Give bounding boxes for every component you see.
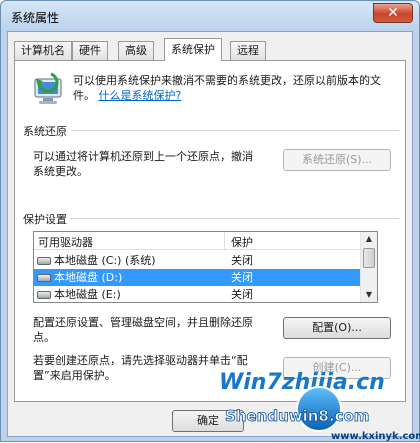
drives-list[interactable]: 可用驱动器 保护 本地磁盘 (C:) (系统) 关闭 本地磁盘 (D:) 关闭 … bbox=[33, 231, 378, 303]
group-divider bbox=[23, 130, 399, 131]
hard-drive-icon bbox=[37, 257, 51, 265]
drives-list-scrollbar[interactable]: ▲ ▼ bbox=[360, 232, 377, 302]
drive-protection-status: 关闭 bbox=[231, 254, 253, 267]
tab-remote[interactable]: 远程 bbox=[230, 41, 266, 60]
configure-button[interactable]: 配置(O)... bbox=[283, 317, 391, 339]
watermark-url: www.kxinyk.com bbox=[331, 431, 420, 442]
watermark-brand-2: Shenduwin8.com bbox=[225, 407, 369, 425]
protection-settings-title: 保护设置 bbox=[23, 211, 71, 227]
column-separator bbox=[224, 232, 225, 250]
drive-protection-status: 关闭 bbox=[231, 288, 253, 301]
system-restore-button[interactable]: 系统还原(S)... bbox=[283, 149, 391, 171]
scroll-up-arrow-icon[interactable]: ▲ bbox=[361, 232, 377, 246]
configure-description: 配置还原设置、管理磁盘空间，并且删除还原点。 bbox=[33, 316, 253, 344]
drive-protection-status: 关闭 bbox=[231, 271, 253, 284]
system-protection-panel: 可以使用系统保护来撤消不需要的系统更改，还原以前版本的文件。 什么是系统保护? … bbox=[14, 60, 406, 402]
scroll-down-arrow-icon[interactable]: ▼ bbox=[361, 288, 377, 302]
watermark-overlay: Win7zhijia.cn Shenduwin8.com www.kxinyk.… bbox=[219, 370, 420, 442]
tab-advanced[interactable]: 高级 bbox=[118, 41, 154, 60]
hard-drive-icon bbox=[37, 274, 51, 282]
tab-hardware[interactable]: 硬件 bbox=[72, 41, 108, 60]
drive-name: 本地磁盘 (D:) bbox=[54, 271, 123, 284]
close-icon: ✕ bbox=[387, 5, 399, 21]
tab-computer-name[interactable]: 计算机名 bbox=[14, 41, 72, 60]
system-restore-title: 系统还原 bbox=[23, 123, 71, 139]
header-description: 可以使用系统保护来撤消不需要的系统更改，还原以前版本的文件。 什么是系统保护? bbox=[73, 73, 393, 103]
title-bar[interactable]: 系统属性 ✕ bbox=[1, 1, 419, 31]
drive-name: 本地磁盘 (C:) (系统) bbox=[54, 254, 156, 267]
drive-row-e[interactable]: 本地磁盘 (E:) 关闭 bbox=[34, 286, 361, 302]
watermark-brand-1: Win7zhijia.cn bbox=[219, 370, 385, 395]
system-properties-window: 系统属性 ✕ 计算机名 硬件 高级 系统保护 远程 可以使用系统保护来撤消不需要… bbox=[0, 0, 420, 442]
system-restore-description: 可以通过将计算机还原到上一个还原点，撤消系统更改。 bbox=[33, 150, 253, 178]
drive-name: 本地磁盘 (E:) bbox=[54, 288, 121, 301]
system-protection-icon bbox=[34, 72, 62, 104]
drives-list-header: 可用驱动器 保护 bbox=[34, 232, 361, 250]
column-protection[interactable]: 保护 bbox=[231, 234, 253, 250]
drive-row-d[interactable]: 本地磁盘 (D:) 关闭 bbox=[34, 269, 361, 286]
close-button[interactable]: ✕ bbox=[373, 3, 413, 23]
drive-row-c[interactable]: 本地磁盘 (C:) (系统) 关闭 bbox=[34, 252, 361, 269]
group-divider bbox=[23, 218, 399, 219]
window-title: 系统属性 bbox=[11, 11, 60, 25]
scroll-thumb[interactable] bbox=[363, 248, 375, 268]
tab-system-protection[interactable]: 系统保护 bbox=[164, 38, 222, 61]
column-available-drives[interactable]: 可用驱动器 bbox=[38, 234, 93, 250]
hard-drive-icon bbox=[37, 291, 51, 299]
what-is-system-protection-link[interactable]: 什么是系统保护? bbox=[99, 89, 182, 102]
